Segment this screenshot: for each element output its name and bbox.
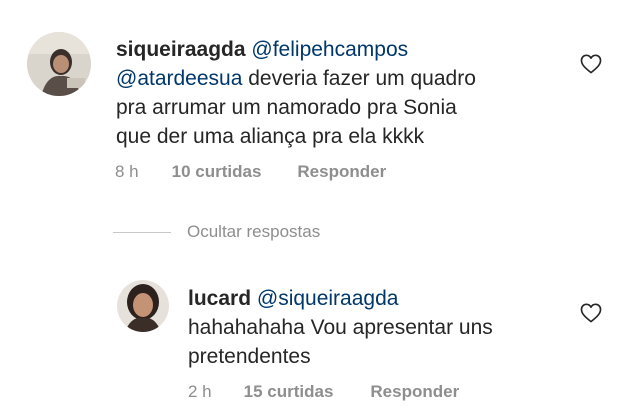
reply-line-2: hahahahaha Vou apresentar uns: [188, 316, 493, 339]
comment-text: siqueiraagda @felipehcampos @atardeesua …: [116, 35, 476, 151]
reply-line-3: pretendentes: [188, 345, 311, 368]
reply-likes[interactable]: 15 curtidas: [244, 382, 334, 402]
reply-meta: 2 h 15 curtidas Responder: [188, 382, 459, 402]
comment-username[interactable]: siqueiraagda: [116, 38, 246, 61]
mention-link[interactable]: @atardeesua: [116, 67, 242, 90]
comment-line-3: pra arrumar um namorado pra Sonia: [116, 96, 457, 119]
divider: [113, 231, 171, 233]
avatar[interactable]: [117, 280, 169, 332]
comment-line-4: que der uma aliança pra ela kkkk: [116, 125, 425, 148]
comment-line-2: @atardeesua deveria fazer um quadro: [116, 64, 476, 93]
comment-meta: 8 h 10 curtidas Responder: [115, 162, 386, 182]
comment-time: 8 h: [115, 162, 139, 181]
reply-line-1: lucard @siqueiraagda: [188, 284, 493, 313]
hide-replies-label: Ocultar respostas: [187, 222, 321, 241]
mention-link[interactable]: @felipehcampos: [251, 38, 408, 61]
reply-username[interactable]: lucard: [188, 287, 251, 310]
comment-likes[interactable]: 10 curtidas: [172, 162, 262, 182]
hide-replies-toggle[interactable]: Ocultar respostas: [113, 222, 320, 242]
heart-icon[interactable]: [580, 54, 602, 74]
heart-icon[interactable]: [580, 303, 602, 323]
avatar[interactable]: [27, 32, 91, 96]
reply-button[interactable]: Responder: [370, 382, 459, 402]
reply-text: lucard @siqueiraagda hahahahaha Vou apre…: [188, 284, 493, 371]
comment-body: deveria fazer um quadro: [248, 67, 476, 90]
mention-link[interactable]: @siqueiraagda: [257, 287, 399, 310]
reply-button[interactable]: Responder: [297, 162, 386, 182]
reply-time: 2 h: [188, 382, 212, 401]
comment-line-1: siqueiraagda @felipehcampos: [116, 35, 476, 64]
